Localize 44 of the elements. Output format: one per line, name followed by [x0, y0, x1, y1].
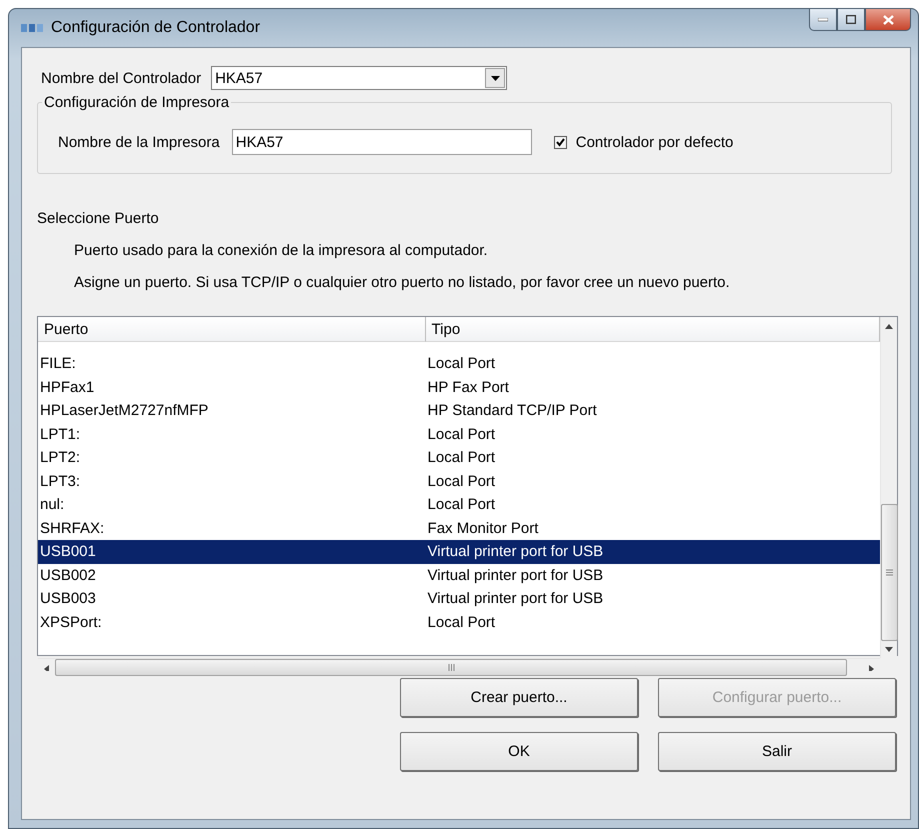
group-legend: Configuración de Impresora [42, 94, 232, 111]
section-heading: Seleccione Puerto [37, 210, 160, 227]
port-row[interactable]: HPFax1 HP Fax Port [38, 376, 880, 399]
port-row[interactable]: FILE: Local Port [38, 352, 880, 376]
controller-name-label: Nombre del Controlador [41, 70, 202, 86]
port-row[interactable]: LPT1: Local Port [38, 422, 880, 446]
dialog-button[interactable]: Salir [658, 732, 896, 771]
port-row[interactable]: USB003 Virtual printer port for USB [38, 587, 880, 610]
column-header[interactable]: Tipo [426, 317, 880, 342]
window-title: Configuración de Controlador [51, 19, 260, 37]
scroll-down-icon [885, 646, 893, 652]
scroll-left-icon [42, 664, 50, 670]
minimize-icon [818, 18, 828, 22]
maximize-button[interactable] [837, 9, 865, 31]
port-row[interactable]: LPT3: Local Port [38, 470, 880, 493]
minimize-button[interactable] [809, 9, 837, 31]
close-icon [882, 14, 894, 24]
dialog-button[interactable]: Crear puerto... [400, 678, 638, 717]
maximize-icon [846, 15, 856, 24]
controller-name-dropdown[interactable]: HKA57 [211, 66, 508, 90]
description-text: Puerto usado para la conexión de la impresora al computador. [74, 242, 489, 259]
port-row[interactable]: SHRFAX: Fax Monitor Port [38, 516, 880, 540]
app-icon [21, 22, 43, 34]
close-button[interactable] [865, 9, 911, 31]
vertical-scrollbar[interactable] [880, 317, 897, 658]
checkbox-label: Controlador por defecto [576, 134, 734, 150]
dropdown-button[interactable] [485, 68, 506, 88]
port-row[interactable]: XPSPort: Local Port [38, 610, 880, 634]
printer-name-label: Nombre de la Impresora [58, 134, 220, 150]
port-row[interactable]: nul: Local Port [38, 493, 880, 516]
column-header[interactable]: Puerto [38, 317, 426, 342]
description-text: Asigne un puerto. Si usa TCP/IP o cualquier otro puerto no listado, por favor cree un nuevo puerto. [74, 274, 731, 291]
scroll-up-icon [885, 322, 893, 328]
caret-icon [490, 76, 500, 80]
port-row[interactable]: USB002 Virtual printer port for USB [38, 564, 880, 587]
scroll-right-icon [868, 664, 876, 670]
port-row[interactable]: USB001 Virtual printer port for USB [38, 540, 880, 564]
grip-icon [448, 664, 454, 671]
port-row[interactable]: HPLaserJetM2727nfMFP HP Standard TCP/IP Port [38, 399, 880, 422]
printer-name-field[interactable]: HKA57 [232, 129, 532, 155]
port-row[interactable]: LPT2: Local Port [38, 446, 880, 470]
default-checkbox[interactable] [554, 136, 567, 148]
dialog-button[interactable]: OK [400, 732, 638, 771]
grip-icon [886, 569, 892, 576]
